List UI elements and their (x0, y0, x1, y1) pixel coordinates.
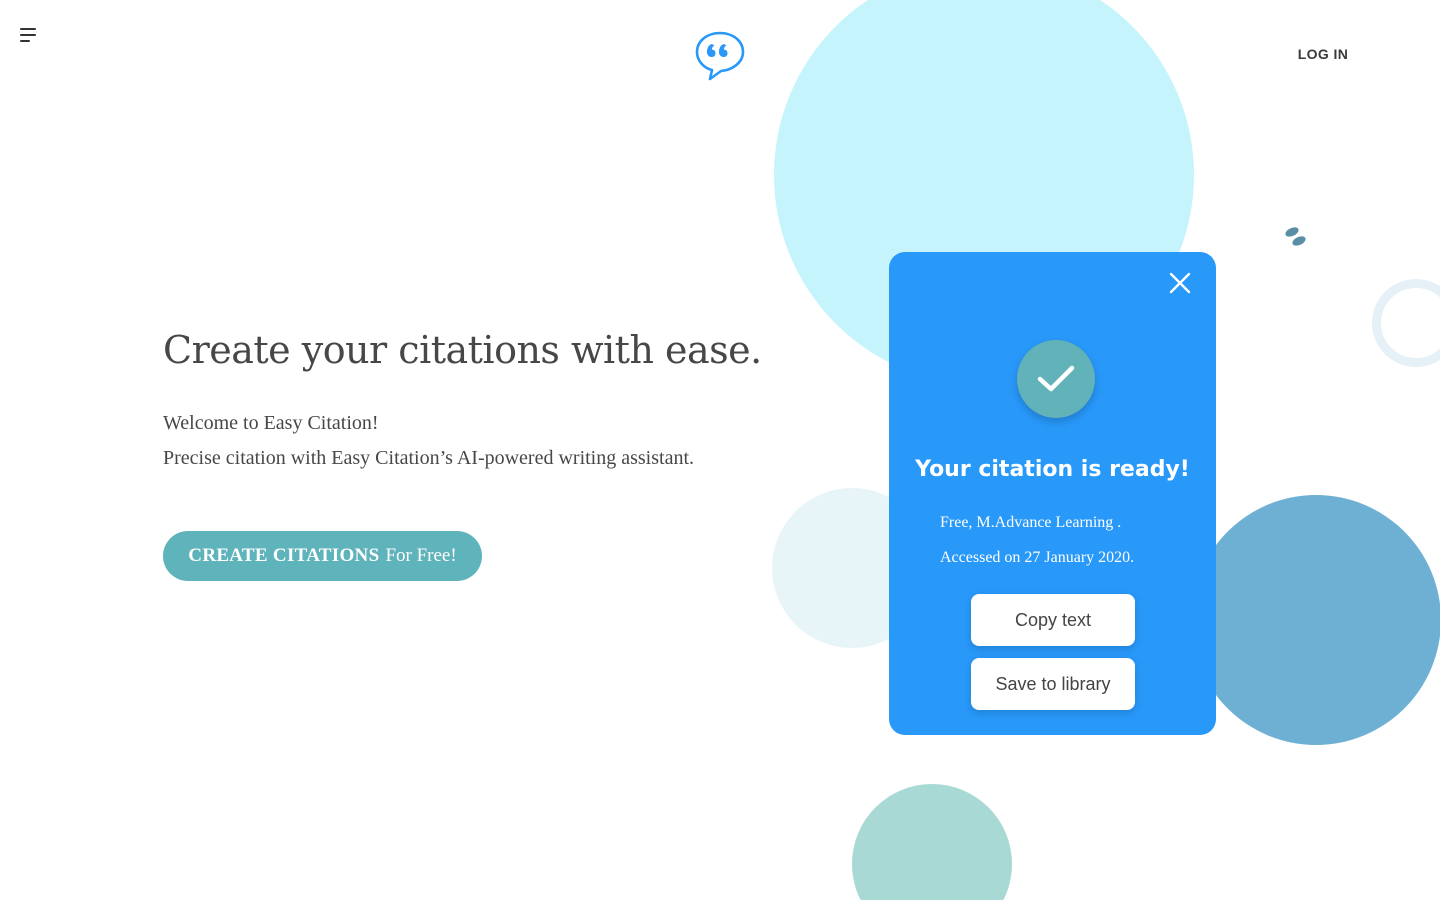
decorative-circle-blue (1191, 495, 1440, 745)
decorative-ring (1372, 279, 1440, 367)
page-title: Create your citations with ease. (163, 328, 762, 372)
checkmark-icon (1037, 365, 1075, 392)
login-link[interactable]: LOG IN (1290, 46, 1356, 66)
welcome-text: Welcome to Easy Citation! (163, 412, 379, 434)
success-badge (1017, 340, 1095, 418)
save-to-library-button[interactable]: Save to library (971, 658, 1135, 710)
decorative-circle-teal (852, 784, 1012, 900)
squiggle-decoration-icon (1285, 227, 1306, 246)
card-title: Your citation is ready! (915, 457, 1190, 482)
create-citations-button[interactable]: CREATE CITATIONS For Free! (163, 531, 482, 581)
citation-ready-card: Your citation is ready! Free, M.Advance … (889, 252, 1216, 735)
citation-accessed-line: Accessed on 27 January 2020. (940, 549, 1135, 566)
copy-text-button[interactable]: Copy text (971, 594, 1135, 646)
menu-button[interactable] (18, 26, 40, 44)
cta-rest-label: For Free! (385, 545, 457, 566)
citation-text-line: Free, M.Advance Learning . (940, 514, 1122, 531)
quote-speech-bubble-icon[interactable] (694, 30, 746, 82)
tagline-text: Precise citation with Easy Citation’s AI… (163, 447, 695, 469)
cta-strong-label: CREATE CITATIONS (188, 545, 380, 566)
hamburger-menu-icon (20, 28, 36, 30)
close-icon[interactable] (1167, 270, 1193, 296)
